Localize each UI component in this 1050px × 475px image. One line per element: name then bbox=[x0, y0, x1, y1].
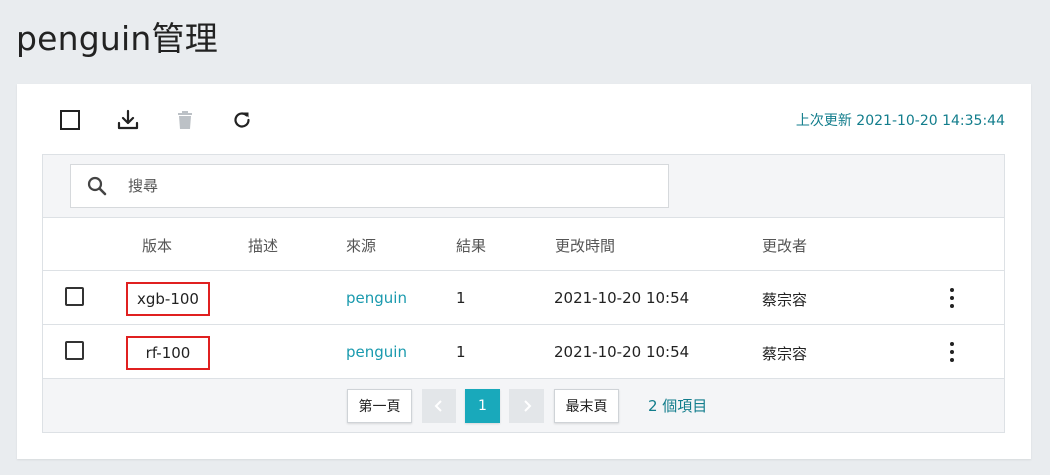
download-button[interactable] bbox=[114, 106, 142, 134]
table-row[interactable]: xgb-100 penguin 1 2021-10-20 10:54 蔡宗容 bbox=[43, 271, 1004, 325]
version-cell: rf-100 bbox=[126, 336, 210, 370]
column-header-source[interactable]: 來源 bbox=[346, 235, 376, 256]
page-number-button[interactable]: 1 bbox=[465, 389, 500, 423]
row-checkbox[interactable] bbox=[65, 287, 84, 306]
row-menu-icon[interactable] bbox=[943, 341, 961, 363]
modified-time-cell: 2021-10-20 10:54 bbox=[554, 289, 690, 307]
search-input[interactable] bbox=[128, 177, 548, 195]
first-page-button[interactable]: 第一頁 bbox=[347, 389, 412, 423]
column-header-modified-by[interactable]: 更改者 bbox=[762, 235, 807, 256]
row-checkbox[interactable] bbox=[65, 341, 84, 360]
delete-button[interactable] bbox=[171, 106, 199, 134]
chevron-left-icon bbox=[434, 400, 442, 412]
modified-by-cell: 蔡宗容 bbox=[762, 345, 808, 363]
result-cell: 1 bbox=[456, 343, 466, 361]
result-cell: 1 bbox=[456, 289, 466, 307]
column-header-result[interactable]: 結果 bbox=[456, 235, 486, 256]
version-cell: xgb-100 bbox=[126, 282, 210, 316]
modified-by-cell: 蔡宗容 bbox=[762, 291, 808, 309]
modified-time-cell: 2021-10-20 10:54 bbox=[554, 343, 690, 361]
page-title: penguin管理 bbox=[16, 19, 218, 58]
version-text: xgb-100 bbox=[137, 290, 199, 308]
version-text: rf-100 bbox=[145, 344, 191, 362]
item-count: 2 個項目 bbox=[648, 397, 708, 415]
search-box[interactable] bbox=[70, 164, 669, 208]
pagination: 第一頁 1 最末頁 2 個項目 bbox=[43, 379, 1004, 433]
download-icon bbox=[117, 109, 139, 130]
chevron-right-icon bbox=[523, 400, 531, 412]
column-header-modified-time[interactable]: 更改時間 bbox=[555, 235, 615, 256]
column-header-version[interactable]: 版本 bbox=[142, 235, 172, 256]
prev-page-button[interactable] bbox=[422, 389, 456, 423]
table-row[interactable]: rf-100 penguin 1 2021-10-20 10:54 蔡宗容 bbox=[43, 325, 1004, 379]
table-header: 版本 描述 來源 結果 更改時間 更改者 bbox=[43, 218, 1004, 271]
refresh-button[interactable] bbox=[228, 106, 256, 134]
trash-icon bbox=[178, 111, 192, 129]
search-icon bbox=[87, 176, 107, 196]
checkbox-icon bbox=[60, 110, 80, 130]
source-link[interactable]: penguin bbox=[346, 343, 407, 361]
models-table: 版本 描述 來源 結果 更改時間 更改者 xgb-100 penguin 1 2… bbox=[42, 154, 1005, 433]
search-row bbox=[43, 155, 1004, 218]
next-page-button[interactable] bbox=[509, 389, 544, 423]
model-card: 上次更新 2021-10-20 14:35:44 版本 描述 來源 結果 更改時… bbox=[17, 84, 1031, 459]
refresh-icon bbox=[234, 112, 250, 128]
source-link[interactable]: penguin bbox=[346, 289, 407, 307]
column-header-description[interactable]: 描述 bbox=[248, 235, 278, 256]
last-updated-text: 上次更新 2021-10-20 14:35:44 bbox=[795, 113, 1005, 129]
select-all-checkbox[interactable] bbox=[56, 106, 84, 134]
row-menu-icon[interactable] bbox=[943, 287, 961, 309]
last-page-button[interactable]: 最末頁 bbox=[554, 389, 619, 423]
